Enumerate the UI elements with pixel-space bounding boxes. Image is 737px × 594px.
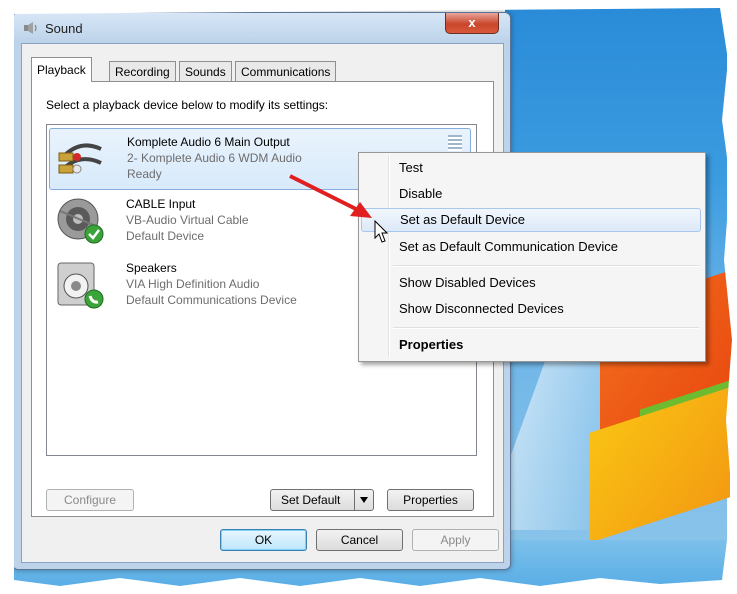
instruction-text: Select a playback device below to modify…	[46, 98, 329, 112]
cancel-button[interactable]: Cancel	[316, 529, 403, 551]
apply-button[interactable]: Apply	[412, 529, 499, 551]
close-icon: x	[468, 15, 476, 30]
menu-item-set-default-communication[interactable]: Set as Default Communication Device	[361, 235, 701, 259]
device-detail: 2- Komplete Audio 6 WDM Audio	[127, 151, 302, 165]
context-menu: Test Disable Set as Default Device Set a…	[358, 152, 706, 362]
menu-item-test[interactable]: Test	[361, 156, 701, 180]
menu-separator	[393, 327, 699, 329]
close-button[interactable]: x	[445, 13, 499, 34]
device-detail: VIA High Definition Audio	[126, 277, 260, 291]
speaker-phone-icon	[57, 262, 104, 309]
device-status: Ready	[127, 167, 162, 181]
chevron-down-icon	[360, 497, 368, 503]
device-detail: VB-Audio Virtual Cable	[126, 213, 249, 227]
device-name: CABLE Input	[126, 197, 196, 211]
mouse-cursor-icon	[374, 220, 388, 243]
set-default-dropdown[interactable]	[354, 490, 373, 510]
device-name: Speakers	[126, 261, 177, 275]
audio-cable-icon	[58, 143, 102, 174]
device-name: Komplete Audio 6 Main Output	[127, 135, 290, 149]
configure-button[interactable]: Configure	[46, 489, 134, 511]
menu-item-show-disconnected[interactable]: Show Disconnected Devices	[361, 297, 701, 321]
device-status: Default Communications Device	[126, 293, 297, 307]
menu-item-show-disabled[interactable]: Show Disabled Devices	[361, 271, 701, 295]
menu-item-disable[interactable]: Disable	[361, 182, 701, 206]
tab-recording[interactable]: Recording	[109, 61, 176, 81]
speaker-default-check-icon	[57, 198, 104, 244]
tab-playback[interactable]: Playback	[31, 57, 92, 82]
menu-separator	[393, 265, 699, 267]
level-meter	[448, 135, 462, 151]
menu-item-properties[interactable]: Properties	[361, 333, 701, 357]
set-default-button[interactable]: Set Default	[270, 489, 374, 511]
red-arrow-annotation	[289, 174, 372, 218]
device-status: Default Device	[126, 229, 205, 243]
window-title: Sound	[45, 21, 83, 36]
tab-communications[interactable]: Communications	[235, 61, 337, 81]
tab-sounds[interactable]: Sounds	[179, 61, 232, 81]
speaker-icon	[24, 22, 37, 34]
set-default-label: Set Default	[281, 493, 341, 507]
menu-item-set-default-device[interactable]: Set as Default Device	[361, 208, 701, 232]
title-bar[interactable]: Sound x	[13, 13, 510, 43]
ok-button[interactable]: OK	[220, 529, 307, 551]
properties-button[interactable]: Properties	[387, 489, 474, 511]
